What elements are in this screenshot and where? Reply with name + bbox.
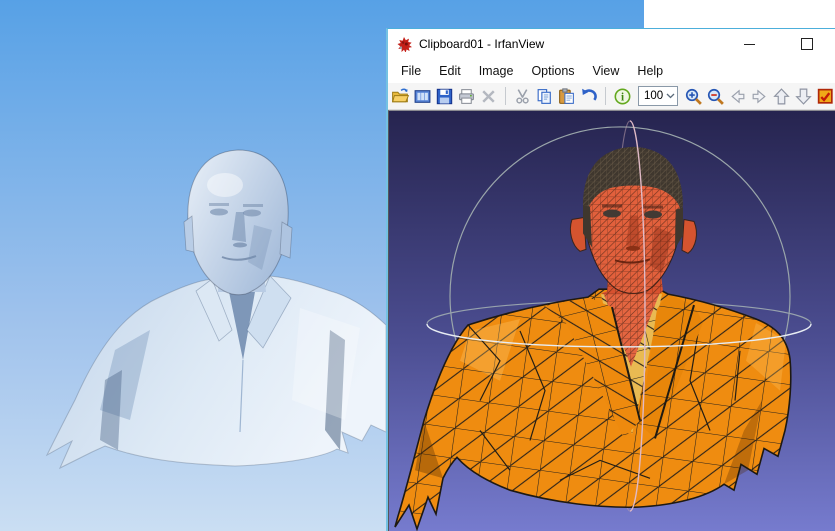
page-up-button[interactable] <box>772 85 791 107</box>
right-eye <box>243 210 261 217</box>
zoom-in-button[interactable] <box>684 85 703 107</box>
zoom-value: 100 <box>639 90 663 102</box>
save-icon <box>435 87 454 106</box>
mesh-left-brow <box>602 205 622 208</box>
irfanview-window: Clipboard01 - IrfanView File Edit Image … <box>386 28 835 531</box>
properties-check-icon <box>816 87 835 106</box>
toolbar: i 100 <box>388 83 835 110</box>
mesh-screenshot <box>389 111 835 531</box>
image-area[interactable] <box>388 110 835 531</box>
delete-x-icon <box>479 87 498 106</box>
print-icon <box>457 87 476 106</box>
window-title: Clipboard01 - IrfanView <box>419 37 544 51</box>
right-ear <box>280 222 292 258</box>
menu-item-help[interactable]: Help <box>628 61 672 81</box>
left-ear <box>184 216 194 252</box>
open-folder-icon <box>391 87 410 106</box>
zoom-out-button[interactable] <box>706 85 725 107</box>
menu-item-view[interactable]: View <box>584 61 629 81</box>
undo-arrow-icon <box>579 87 598 106</box>
left-eye <box>210 209 228 216</box>
window-controls <box>729 30 827 58</box>
print-button[interactable] <box>457 85 476 107</box>
right-brow <box>243 204 263 207</box>
chevron-down-icon[interactable] <box>663 87 677 105</box>
thumbnails-icon <box>413 87 432 106</box>
copy-icon <box>535 87 554 106</box>
zoom-in-icon <box>684 87 703 106</box>
left-brow <box>209 203 229 206</box>
undo-button[interactable] <box>579 85 598 107</box>
toolbar-separator <box>605 87 606 105</box>
nostril-shade <box>233 243 247 248</box>
svg-text:i: i <box>621 91 624 103</box>
thumbnails-button[interactable] <box>413 85 432 107</box>
menu-item-file[interactable]: File <box>392 61 430 81</box>
menu-item-image[interactable]: Image <box>470 61 523 81</box>
mesh-left-eye <box>603 210 621 218</box>
maximize-button[interactable] <box>787 30 827 58</box>
copy-button[interactable] <box>535 85 554 107</box>
arrow-right-icon <box>750 87 769 106</box>
arrow-up-icon <box>772 87 791 106</box>
paste-icon <box>557 87 576 106</box>
previous-file-button[interactable] <box>728 85 747 107</box>
paste-button[interactable] <box>557 85 576 107</box>
delete-button[interactable] <box>479 85 498 107</box>
info-icon: i <box>613 87 632 106</box>
save-button[interactable] <box>435 85 454 107</box>
zoom-out-icon <box>706 87 725 106</box>
next-file-button[interactable] <box>750 85 769 107</box>
mesh-nostrils <box>626 246 640 251</box>
irfanview-app-icon <box>396 36 412 52</box>
cut-button[interactable] <box>513 85 532 107</box>
zoom-combobox[interactable]: 100 <box>638 86 678 106</box>
toolbar-separator <box>505 87 506 105</box>
minimize-icon <box>744 44 755 45</box>
info-button[interactable]: i <box>613 85 632 107</box>
cut-scissors-icon <box>513 87 532 106</box>
menu-item-options[interactable]: Options <box>522 61 583 81</box>
minimize-button[interactable] <box>729 30 769 58</box>
screenshot-root: Clipboard01 - IrfanView File Edit Image … <box>0 0 835 531</box>
forehead-highlight <box>207 173 243 197</box>
page-down-button[interactable] <box>794 85 813 107</box>
title-bar[interactable]: Clipboard01 - IrfanView <box>388 29 835 59</box>
mesh-right-eye <box>644 211 662 219</box>
mesh-right-brow <box>643 206 663 209</box>
menu-item-edit[interactable]: Edit <box>430 61 470 81</box>
arrow-left-icon <box>728 87 747 106</box>
menu-bar: File Edit Image Options View Help <box>388 59 835 83</box>
open-button[interactable] <box>391 85 410 107</box>
maximize-icon <box>801 38 813 50</box>
arrow-down-icon <box>794 87 813 106</box>
properties-button[interactable] <box>816 85 835 107</box>
